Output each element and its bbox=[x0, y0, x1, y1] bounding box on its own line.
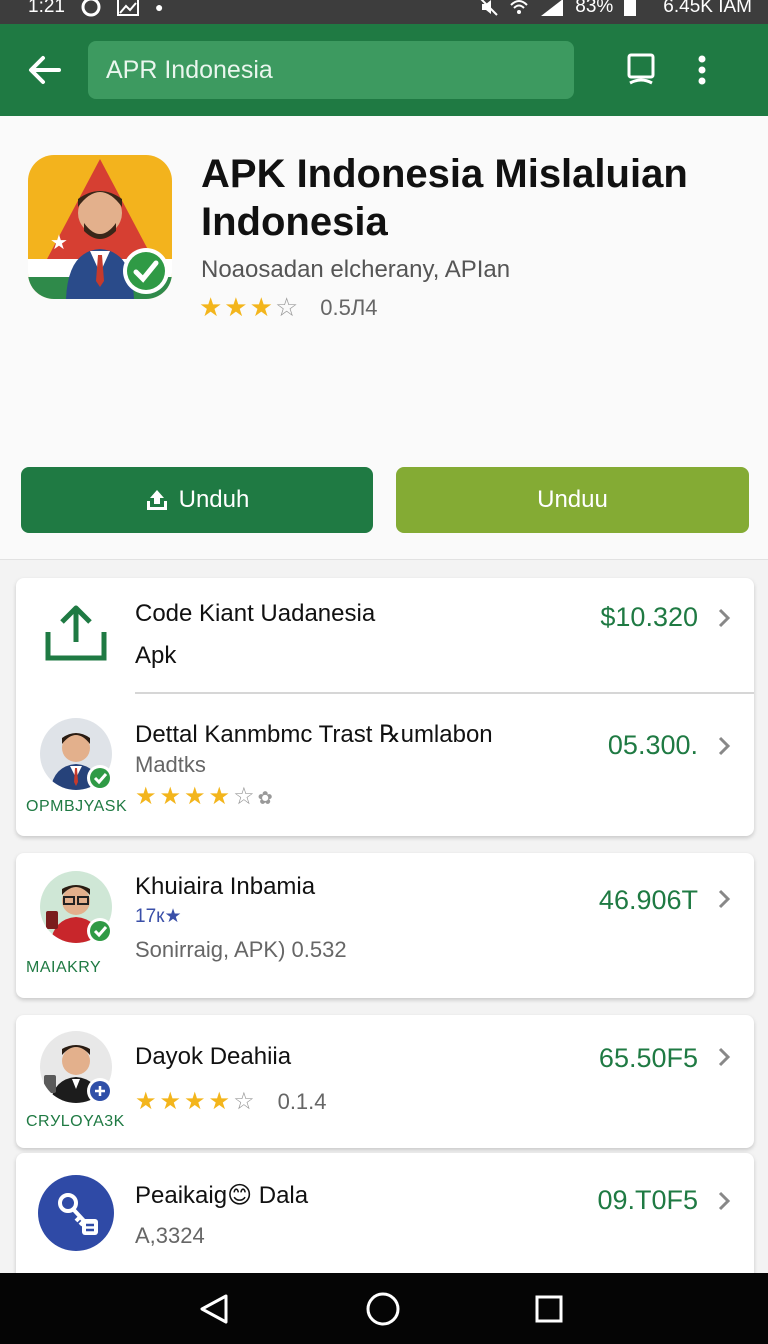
item-subtitle: Apk bbox=[135, 642, 177, 669]
app-rating: ★★★☆ 0.5Л4 bbox=[199, 292, 378, 323]
app-logo-icon: ★ bbox=[28, 155, 172, 299]
item-price: 46.906T bbox=[598, 885, 698, 915]
item-title: Dayok Deahiia bbox=[135, 1043, 292, 1070]
app-title: APK Indonesia Mislaluian Indonesia bbox=[201, 152, 688, 244]
svg-text:★: ★ bbox=[50, 232, 68, 254]
wifi-icon bbox=[510, 0, 528, 14]
item-rating: ★★★★☆✿ bbox=[135, 782, 276, 811]
list-card[interactable]: Peaikaig😊 Dala A,3324 09.T0F5 bbox=[16, 1153, 754, 1293]
item-caption: OPMBJYASK bbox=[26, 798, 128, 815]
nav-home-icon bbox=[366, 1292, 400, 1325]
star-rating-icon: ★★★☆ bbox=[199, 292, 301, 322]
item-price: 65.50F5 bbox=[598, 1043, 698, 1073]
search-input[interactable]: APR Indonesia bbox=[88, 41, 574, 99]
battery-percent: 83% bbox=[575, 0, 614, 17]
nav-back-button[interactable] bbox=[167, 1273, 263, 1344]
signal-icon bbox=[541, 0, 564, 16]
nav-recents-button[interactable] bbox=[501, 1273, 597, 1344]
list-item[interactable]: OPMBJYASK Dettal Kanmbmc Trast ℞umlabon … bbox=[16, 694, 754, 836]
rating-value: 0.5Л4 bbox=[320, 294, 378, 320]
item-rating-count: 17к★ bbox=[135, 906, 182, 927]
item-rating: ★★★★☆ 0.1.4 bbox=[135, 1087, 327, 1116]
chevron-right-icon bbox=[718, 608, 731, 628]
list-item[interactable]: Code Kiant Uadanesia Apk $10.320 bbox=[16, 578, 754, 694]
app-bar: APR Indonesia bbox=[0, 24, 768, 116]
download-label: Unduh bbox=[178, 486, 250, 513]
upload-icon bbox=[45, 605, 107, 661]
save-icon bbox=[627, 53, 655, 85]
back-button[interactable] bbox=[0, 24, 88, 116]
app-subtitle: Noaosadan elcherany, APIan bbox=[201, 256, 511, 283]
item-subtitle: A,3324 bbox=[135, 1223, 205, 1248]
status-bar: 1:21 ● 83% 6.45K IAM bbox=[0, 0, 768, 24]
item-title: Peaikaig😊 Dala bbox=[135, 1182, 309, 1209]
star-rating-icon: ★★★★☆ bbox=[135, 1088, 258, 1115]
secondary-download-button[interactable]: Unduu bbox=[396, 467, 749, 533]
download-button[interactable]: Unduh bbox=[21, 467, 373, 533]
list-card[interactable]: MAIAKRY Khuiaira Inbamia 17к★ Sonirraig,… bbox=[16, 853, 754, 998]
mute-icon bbox=[480, 0, 498, 16]
avatar bbox=[40, 718, 113, 791]
more-vert-icon bbox=[698, 55, 706, 85]
dot-icon: ● bbox=[154, 0, 164, 15]
item-title: Khuiaira Inbamia bbox=[135, 873, 316, 900]
battery-icon bbox=[624, 0, 637, 16]
item-price: 05.300. bbox=[607, 730, 698, 760]
key-icon bbox=[38, 1175, 114, 1251]
list-card: Code Kiant Uadanesia Apk $10.320 OPMBJYA… bbox=[16, 578, 754, 836]
data-speed: 6.45K IAM bbox=[663, 0, 752, 17]
settings-icon bbox=[81, 0, 101, 17]
list-card[interactable]: CRУLOYA3K Dayok Deahiia ★★★★☆ 0.1.4 65.5… bbox=[16, 1015, 754, 1148]
save-button[interactable] bbox=[606, 24, 676, 116]
more-button[interactable] bbox=[684, 24, 720, 116]
status-time: 1:21 bbox=[28, 0, 65, 17]
item-title: Code Kiant Uadanesia bbox=[135, 600, 376, 627]
item-price: 09.T0F5 bbox=[597, 1185, 698, 1215]
rating-value: 0.1.4 bbox=[277, 1088, 327, 1114]
chevron-right-icon bbox=[718, 1191, 731, 1211]
chevron-right-icon bbox=[718, 736, 731, 756]
item-caption: CRУLOYA3K bbox=[26, 1113, 125, 1130]
app-header: ★ APK Indonesia Mislaluian Indonesia Noa… bbox=[0, 116, 768, 560]
nav-home-button[interactable] bbox=[335, 1273, 431, 1344]
item-subtitle: Madtks bbox=[135, 752, 206, 777]
nav-recents-icon bbox=[535, 1295, 563, 1322]
image-icon bbox=[116, 0, 139, 16]
avatar bbox=[40, 1031, 113, 1104]
arrow-left-icon bbox=[29, 56, 61, 84]
search-value: APR Indonesia bbox=[106, 55, 273, 84]
system-nav-bar bbox=[0, 1273, 768, 1344]
secondary-download-label: Unduu bbox=[537, 486, 608, 513]
star-rating-icon: ★★★★☆✿ bbox=[135, 783, 276, 810]
item-subtitle: Sonirraig, APK) 0.532 bbox=[135, 937, 347, 962]
avatar bbox=[40, 871, 113, 944]
item-title: Dettal Kanmbmc Trast ℞umlabon bbox=[135, 721, 493, 748]
chevron-right-icon bbox=[718, 889, 731, 909]
item-price: $10.320 bbox=[600, 602, 698, 632]
nav-back-icon bbox=[200, 1294, 228, 1323]
chevron-right-icon bbox=[718, 1047, 731, 1067]
download-icon bbox=[146, 490, 167, 510]
item-caption: MAIAKRY bbox=[26, 959, 102, 976]
